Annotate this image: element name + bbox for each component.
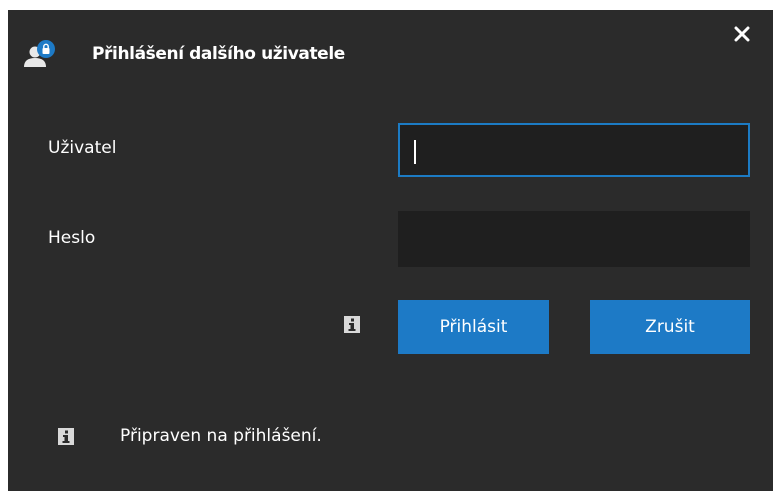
close-button[interactable] <box>730 22 754 46</box>
password-input[interactable] <box>398 211 750 267</box>
password-label: Heslo <box>48 228 96 248</box>
user-lock-icon <box>24 40 56 68</box>
status-info-icon <box>58 428 74 445</box>
cancel-button[interactable]: Zrušit <box>590 300 750 354</box>
close-icon <box>734 26 750 42</box>
user-input[interactable] <box>398 123 750 177</box>
user-label: Uživatel <box>48 138 117 158</box>
login-dialog: Přihlášení dalšího uživatele Uživatel He… <box>8 10 773 491</box>
info-icon <box>344 316 360 333</box>
login-button[interactable]: Přihlásit <box>398 300 549 354</box>
text-caret <box>414 140 416 164</box>
dialog-title: Přihlášení dalšího uživatele <box>92 44 345 64</box>
status-text: Připraven na přihlášení. <box>120 426 322 446</box>
